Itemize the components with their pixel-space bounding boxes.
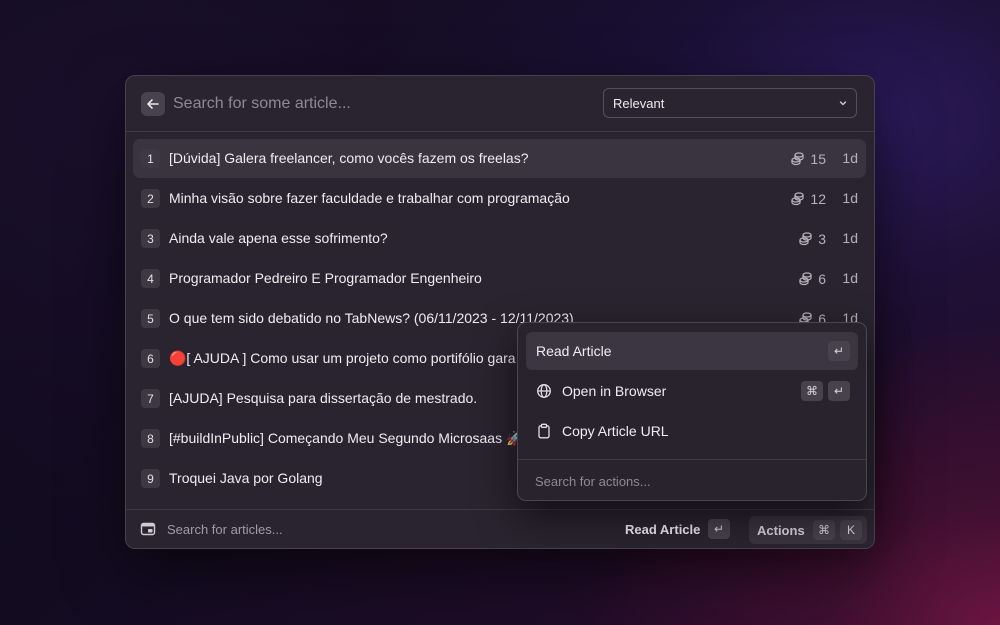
item-coins: 15: [790, 149, 826, 168]
item-index: 4: [141, 269, 160, 288]
action-label: Read Article: [536, 343, 612, 359]
clipboard-icon: [538, 423, 550, 439]
item-title: O que tem sido debatido no TabNews? (06/…: [169, 310, 574, 326]
actions-search-input[interactable]: [535, 471, 835, 491]
item-title: [#buildInPublic] Começando Meu Segundo M…: [169, 430, 524, 446]
chevron-down-icon: [839, 101, 847, 106]
actions-button-label: Actions: [757, 523, 805, 538]
item-coins-count: 3: [818, 230, 826, 247]
action-label: Copy Article URL: [562, 423, 669, 439]
k-key-badge: K: [840, 520, 862, 540]
action-copy-article-url[interactable]: Copy Article URL: [526, 412, 858, 450]
sort-dropdown-value: Relevant: [613, 96, 665, 111]
search-header: Relevant: [126, 76, 874, 132]
item-index: 5: [141, 309, 160, 328]
item-title: Minha visão sobre fazer faculdade e trab…: [169, 190, 570, 206]
item-title: Ainda vale apena esse sofrimento?: [169, 230, 388, 246]
item-index: 3: [141, 229, 160, 248]
item-coins-count: 6: [818, 270, 826, 287]
item-index: 2: [141, 189, 160, 208]
action-read-article[interactable]: Read Article ↵: [526, 332, 858, 370]
globe-icon: [537, 384, 551, 398]
coins-icon: [799, 232, 812, 246]
item-coins: 6: [798, 269, 826, 288]
item-age: 1d: [842, 270, 858, 286]
coins-icon: [799, 272, 812, 286]
item-title: 🔴[ AJUDA ] Como usar um projeto como por…: [169, 350, 516, 366]
item-index: 7: [141, 389, 160, 408]
back-button[interactable]: [141, 92, 165, 116]
item-title: Programador Pedreiro E Programador Engen…: [169, 270, 482, 286]
list-item[interactable]: 1 [Dúvida] Galera freelancer, como vocês…: [133, 139, 866, 178]
action-label: Open in Browser: [562, 383, 667, 399]
cmd-key-badge: ⌘: [813, 520, 835, 540]
actions-button[interactable]: Actions ⌘ K: [749, 516, 867, 544]
item-age: 1d: [842, 190, 858, 206]
sort-dropdown[interactable]: Relevant: [603, 88, 857, 118]
item-age: 1d: [842, 150, 858, 166]
enter-key-badge: ↵: [828, 341, 850, 361]
arrow-left-icon: [147, 99, 159, 109]
item-coins: 12: [790, 189, 826, 208]
item-index: 9: [141, 469, 160, 488]
coins-icon: [791, 152, 805, 166]
footer-search-text: Search for articles...: [167, 522, 283, 537]
item-title: Troquei Java por Golang: [169, 470, 323, 486]
enter-key-badge: ↵: [708, 519, 730, 539]
action-open-in-browser[interactable]: Open in Browser ⌘ ↵: [526, 372, 858, 410]
item-index: 6: [141, 349, 160, 368]
coins-icon: [791, 192, 805, 206]
window-icon: [140, 522, 156, 536]
search-input[interactable]: [173, 90, 573, 118]
menu-divider: [518, 459, 866, 460]
cmd-key-badge: ⌘: [801, 381, 823, 401]
item-coins: 3: [798, 229, 826, 248]
list-item[interactable]: 4 Programador Pedreiro E Programador Eng…: [133, 259, 866, 298]
list-item[interactable]: 2 Minha visão sobre fazer faculdade e tr…: [133, 179, 866, 218]
item-index: 1: [141, 149, 160, 168]
action-bar: Search for articles... Read Article ↵ Ac…: [126, 509, 874, 548]
item-coins-count: 12: [810, 190, 826, 207]
item-age: 1d: [842, 230, 858, 246]
enter-key-badge: ↵: [828, 381, 850, 401]
item-title: [AJUDA] Pesquisa para dissertação de mes…: [169, 390, 478, 406]
item-coins-count: 15: [810, 150, 826, 167]
item-title: [Dúvida] Galera freelancer, como vocês f…: [169, 150, 529, 166]
primary-action-button[interactable]: Read Article: [625, 522, 700, 537]
actions-menu: Read Article ↵ Open in Browser ⌘ ↵ Copy …: [517, 322, 867, 501]
item-index: 8: [141, 429, 160, 448]
list-item[interactable]: 3 Ainda vale apena esse sofrimento? 3 1d: [133, 219, 866, 258]
